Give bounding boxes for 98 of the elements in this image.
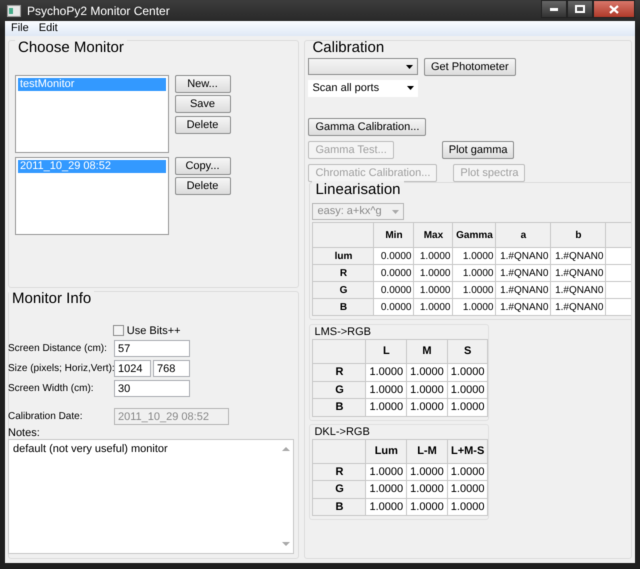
column-header: S	[447, 340, 488, 364]
table-cell: 1.0000	[414, 282, 453, 298]
photometer-dropdown[interactable]	[308, 58, 418, 75]
table-cell: 1.#QNAN0	[550, 264, 606, 282]
table-cell: 1.#QNAN0	[550, 282, 606, 298]
dropdown-arrow-icon	[407, 86, 414, 90]
table-cell: 1.0000	[447, 498, 488, 516]
get-photometer-button[interactable]: Get Photometer	[424, 58, 516, 76]
column-header: Max	[414, 222, 453, 248]
table-cell: 0.0000	[374, 248, 414, 264]
field-label: Size (pixels; Horiz,Vert):	[8, 362, 114, 376]
scroll-down-icon[interactable]	[282, 542, 290, 547]
table-cell: 0.0000	[374, 282, 414, 298]
row-header: R	[312, 264, 374, 282]
action-button[interactable]: Delete	[174, 116, 230, 134]
table-cell: 1.#QNAN0	[496, 282, 551, 298]
dropdown-arrow-icon	[392, 210, 400, 214]
menu-item[interactable]: File	[11, 20, 29, 37]
action-button[interactable]: Save	[174, 95, 230, 114]
close-icon	[609, 4, 619, 14]
table-cell: 1.0000	[447, 364, 488, 381]
table-cell: 1.0000	[447, 381, 488, 398]
action-button[interactable]: Plot gamma	[442, 140, 514, 158]
table-cell: 1.0000	[406, 463, 448, 480]
table-cell: 1.0000	[452, 298, 496, 316]
row-header: G	[312, 480, 366, 498]
column-header: a	[496, 222, 551, 248]
row-header: B	[312, 498, 366, 516]
table-cell: 1.0000	[406, 364, 448, 381]
input-field[interactable]: 1024	[114, 360, 151, 377]
port-dropdown[interactable]: Scan all ports	[308, 80, 418, 96]
panel-title: LMS->RGB	[313, 325, 372, 339]
dropdown-arrow-icon	[406, 64, 414, 68]
table-cell: 0.0000	[374, 298, 414, 316]
table-cell: 1.#QNAN0	[496, 248, 551, 264]
table-cell: 1.0000	[406, 480, 448, 498]
row-header: B	[312, 298, 374, 316]
action-button[interactable]: Copy...	[174, 156, 230, 174]
input-field[interactable]: 30	[114, 380, 190, 397]
column-header: Gamma	[452, 222, 496, 248]
table-cell: 1.0000	[414, 248, 453, 264]
row-header: G	[312, 381, 366, 398]
table-cell: 1.0000	[447, 398, 488, 416]
table-cell: 1.#QNAN0	[550, 248, 606, 264]
window-title: PsychoPy2 Monitor Center	[27, 2, 170, 20]
notes-field[interactable]: default (not very useful) monitor	[8, 439, 294, 554]
table-cell: 1.0000	[447, 463, 488, 480]
table-cell: 1.0000	[414, 264, 453, 282]
table-cell: 1.0000	[366, 364, 407, 381]
app-icon	[7, 4, 21, 16]
close-button[interactable]	[593, 0, 635, 18]
maximize-button[interactable]	[567, 0, 593, 18]
minimize-icon	[550, 8, 558, 10]
table-cell: 1.0000	[452, 248, 496, 264]
menu-item[interactable]: Edit	[38, 20, 58, 37]
table-cell: 1.0000	[366, 398, 407, 416]
table-cell: 1.0000	[452, 264, 496, 282]
scroll-up-icon[interactable]	[282, 446, 290, 451]
column-header: b	[550, 222, 606, 248]
column-header: M	[406, 340, 448, 364]
table-cell: 1.0000	[366, 498, 407, 516]
row-header: G	[312, 282, 374, 298]
field-label: Screen Distance (cm):	[8, 342, 108, 356]
row-header: R	[312, 463, 366, 480]
action-button[interactable]: Delete	[174, 177, 230, 196]
column-header: L	[366, 340, 407, 364]
row-header: B	[312, 398, 366, 416]
table-cell: 1.#QNAN0	[550, 298, 606, 316]
table-cell: 1.#QNAN0	[496, 264, 551, 282]
minimize-button[interactable]	[541, 0, 567, 18]
table-cell: 1.0000	[366, 463, 407, 480]
table-cell: 1.0000	[452, 282, 496, 298]
notes-label: Notes:	[8, 427, 41, 439]
table-cell: 1.0000	[447, 480, 488, 498]
table-cell: 1.0000	[366, 480, 407, 498]
table-cell: 1.#QNAN0	[496, 298, 551, 316]
column-header: L+M-S	[447, 439, 488, 463]
table-cell: 1.0000	[414, 298, 453, 316]
panel-title: DKL->RGB	[313, 424, 371, 438]
table-cell: 1.0000	[406, 498, 448, 516]
checkbox[interactable]	[113, 325, 124, 336]
column-header: Lum	[366, 439, 407, 463]
table-cell: 1.0000	[366, 381, 407, 398]
field-label: Screen Width (cm):	[8, 382, 95, 396]
input-field[interactable]: 768	[153, 360, 190, 377]
row-header: lum	[312, 248, 374, 264]
field-label: Calibration Date:	[8, 410, 84, 424]
maximize-icon	[575, 5, 585, 13]
table-cell: 1.0000	[406, 398, 448, 416]
table-cell: 1.0000	[406, 381, 448, 398]
checkbox-label: Use Bits++	[126, 324, 181, 338]
column-header: Min	[374, 222, 414, 248]
action-button[interactable]: Gamma Calibration...	[308, 118, 426, 136]
input-field[interactable]: 57	[114, 340, 190, 357]
column-header: L-M	[406, 439, 448, 463]
table-cell: 0.0000	[374, 264, 414, 282]
action-button[interactable]: New...	[174, 74, 230, 92]
row-header: R	[312, 364, 366, 381]
